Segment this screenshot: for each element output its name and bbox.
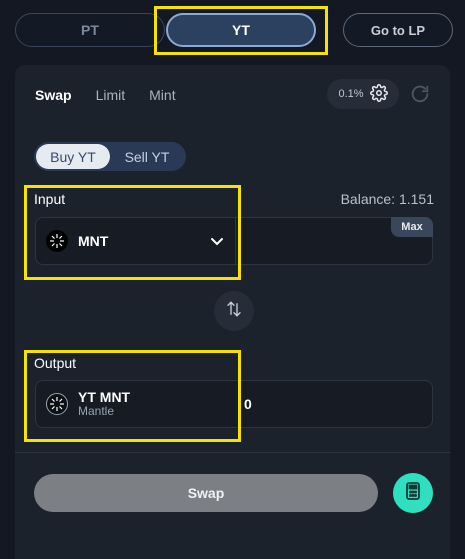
output-amount: 0 xyxy=(244,396,252,412)
buy-sell-toggle: Buy YT Sell YT xyxy=(34,142,186,171)
tab-pt[interactable]: PT xyxy=(15,13,165,47)
swap-direction-button[interactable] xyxy=(214,291,254,331)
swap-arrows-icon xyxy=(225,300,243,323)
slippage-value: 0.1% xyxy=(338,88,364,100)
buy-yt-toggle[interactable]: Buy YT xyxy=(36,144,110,169)
calculator-button[interactable] xyxy=(393,473,433,513)
refresh-icon[interactable] xyxy=(409,83,431,105)
swap-button[interactable]: Swap xyxy=(34,474,378,512)
slippage-settings-button[interactable]: 0.1% xyxy=(327,79,399,109)
max-button[interactable]: Max xyxy=(391,217,433,237)
tab-limit[interactable]: Limit xyxy=(96,87,126,103)
balance-text: Balance: 1.151 xyxy=(340,191,434,207)
highlight-yt-tab xyxy=(154,6,328,55)
highlight-input xyxy=(24,185,241,280)
gear-icon xyxy=(369,83,388,105)
sell-yt-toggle[interactable]: Sell YT xyxy=(110,144,184,169)
mode-tabs: Swap Limit Mint xyxy=(35,87,176,103)
calculator-icon xyxy=(403,481,423,506)
highlight-output xyxy=(24,350,241,442)
go-to-lp-button[interactable]: Go to LP xyxy=(343,13,453,47)
swap-card: Swap Limit Mint 0.1% Buy YT Sell YT Inpu… xyxy=(15,65,450,559)
tab-mint[interactable]: Mint xyxy=(149,87,175,103)
tab-swap[interactable]: Swap xyxy=(35,87,72,103)
divider xyxy=(15,452,450,453)
